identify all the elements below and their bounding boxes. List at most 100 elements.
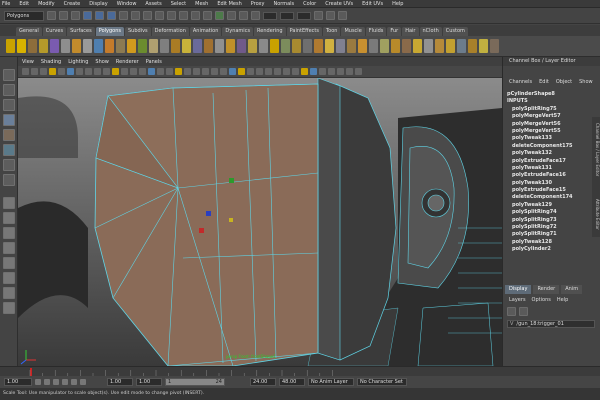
side-tab-attribute-editor[interactable]: Attribute Editor <box>592 199 600 230</box>
transform-field[interactable] <box>280 11 294 20</box>
viewport-toggle-icon[interactable] <box>166 68 173 75</box>
layout-two-icon[interactable] <box>3 227 15 239</box>
move-tool-icon[interactable] <box>3 114 15 126</box>
perspective-viewport[interactable]: persp Front: frontShape1 <box>18 78 502 366</box>
menu-help[interactable]: Help <box>392 1 403 7</box>
mask-icon[interactable] <box>119 11 128 20</box>
shelf-tool-icon[interactable] <box>28 39 37 53</box>
shelf-tool-icon[interactable] <box>314 39 323 53</box>
layer-tab-display[interactable]: Display <box>505 285 532 294</box>
shelf-tool-icon[interactable] <box>490 39 499 53</box>
open-scene-icon[interactable] <box>59 11 68 20</box>
viewport-toggle-icon[interactable] <box>40 68 47 75</box>
input-node-item[interactable]: polyExtrudeFace15 <box>507 187 595 194</box>
layout-custom-icon[interactable] <box>3 302 15 314</box>
viewport-toggle-icon[interactable] <box>148 68 155 75</box>
menu-normals[interactable]: Normals <box>273 1 294 7</box>
input-node-item[interactable]: polyTweak133 <box>507 135 595 142</box>
shelf-tool-icon[interactable] <box>193 39 202 53</box>
channel-box-menu-edit[interactable]: Edit <box>539 79 549 88</box>
viewport-toggle-icon[interactable] <box>121 68 128 75</box>
viewport-menu-lighting[interactable]: Lighting <box>68 59 88 65</box>
shelf-tool-icon[interactable] <box>457 39 466 53</box>
shelf-tab-custom[interactable]: Custom <box>442 27 468 36</box>
viewport-toggle-icon[interactable] <box>319 68 326 75</box>
viewport-menu-renderer[interactable]: Renderer <box>116 59 139 65</box>
input-node-item[interactable]: polySplitRing71 <box>507 231 595 238</box>
shelf-tool-icon[interactable] <box>83 39 92 53</box>
shelf-tool-icon[interactable] <box>72 39 81 53</box>
shelf-tool-icon[interactable] <box>149 39 158 53</box>
go-to-start-icon[interactable] <box>35 379 41 385</box>
viewport-toggle-icon[interactable] <box>103 68 110 75</box>
viewport-toggle-icon[interactable] <box>220 68 227 75</box>
select-object-icon[interactable] <box>95 11 104 20</box>
shelf-tool-icon[interactable] <box>105 39 114 53</box>
viewport-toggle-icon[interactable] <box>85 68 92 75</box>
viewport-toggle-icon[interactable] <box>328 68 335 75</box>
snap-plane-icon[interactable] <box>203 11 212 20</box>
shelf-tool-icon[interactable] <box>127 39 136 53</box>
channel-box-menu-show[interactable]: Show <box>579 79 593 88</box>
shelf-tool-icon[interactable] <box>171 39 180 53</box>
layout-four-icon[interactable] <box>3 212 15 224</box>
shelf-tool-icon[interactable] <box>270 39 279 53</box>
menu-proxy[interactable]: Proxy <box>251 1 265 7</box>
shelf-tool-icon[interactable] <box>336 39 345 53</box>
input-node-item[interactable]: polySplitRing75 <box>507 106 595 113</box>
viewport-toggle-icon[interactable] <box>337 68 344 75</box>
menu-create[interactable]: Create <box>64 1 81 7</box>
range-start-field[interactable]: 1.00 <box>136 378 162 386</box>
shelf-tab-curves[interactable]: Curves <box>42 27 67 36</box>
viewport-toggle-icon[interactable] <box>229 68 236 75</box>
shelf-tool-icon[interactable] <box>435 39 444 53</box>
input-node-item[interactable]: deleteComponent175 <box>507 143 595 150</box>
shelf-tab-deformation[interactable]: Deformation <box>151 27 189 36</box>
input-node-item[interactable]: polyMergeVert56 <box>507 121 595 128</box>
new-layer-icon[interactable] <box>507 307 516 316</box>
menu-edit-mesh[interactable]: Edit Mesh <box>217 1 241 7</box>
layout-uv-icon[interactable] <box>3 287 15 299</box>
anim-layer-select[interactable]: No Anim Layer <box>308 378 354 386</box>
shelf-tool-icon[interactable] <box>50 39 59 53</box>
character-set-select[interactable]: No Character Set <box>357 378 407 386</box>
shelf-tab-general[interactable]: General <box>16 27 42 36</box>
menu-set-selector[interactable]: Polygons <box>4 10 44 21</box>
transform-field[interactable] <box>263 11 277 20</box>
viewport-toggle-icon[interactable] <box>31 68 38 75</box>
shelf-tool-icon[interactable] <box>138 39 147 53</box>
viewport-toggle-icon[interactable] <box>355 68 362 75</box>
render-settings-icon[interactable] <box>251 11 260 20</box>
viewport-toggle-icon[interactable] <box>193 68 200 75</box>
viewport-toggle-icon[interactable] <box>265 68 272 75</box>
shelf-tool-icon[interactable] <box>94 39 103 53</box>
viewport-toggle-icon[interactable] <box>94 68 101 75</box>
input-node-item[interactable]: polyTweak129 <box>507 202 595 209</box>
menu-modify[interactable]: Modify <box>38 1 55 7</box>
shelf-tool-icon[interactable] <box>292 39 301 53</box>
shelf-tab-polygons[interactable]: Polygons <box>95 27 124 36</box>
snap-curve-icon[interactable] <box>179 11 188 20</box>
scale-tool-icon[interactable] <box>3 144 15 156</box>
layout-single-icon[interactable] <box>3 197 15 209</box>
layer-tab-anim[interactable]: Anim <box>561 285 583 294</box>
transform-field[interactable] <box>297 11 311 20</box>
play-back-icon[interactable] <box>53 379 59 385</box>
input-node-item[interactable]: polyCylinder2 <box>507 246 595 253</box>
shelf-tool-icon[interactable] <box>61 39 70 53</box>
visibility-toggle[interactable]: V <box>510 321 513 327</box>
viewport-toggle-icon[interactable] <box>112 68 119 75</box>
shelf-tool-icon[interactable] <box>347 39 356 53</box>
paint-select-icon[interactable] <box>3 99 15 111</box>
shelf-tool-icon[interactable] <box>325 39 334 53</box>
shelf-tab-rendering[interactable]: Rendering <box>254 27 286 36</box>
menu-mesh[interactable]: Mesh <box>195 1 208 7</box>
end-time-field[interactable]: 24.00 <box>250 378 276 386</box>
last-tool-icon[interactable] <box>3 174 15 186</box>
viewport-toggle-icon[interactable] <box>346 68 353 75</box>
viewport-toggle-icon[interactable] <box>49 68 56 75</box>
shape-node-name[interactable]: pCylinderShape8 <box>507 91 595 98</box>
time-slider[interactable] <box>0 366 600 377</box>
rotate-tool-icon[interactable] <box>3 129 15 141</box>
menu-select[interactable]: Select <box>171 1 186 7</box>
